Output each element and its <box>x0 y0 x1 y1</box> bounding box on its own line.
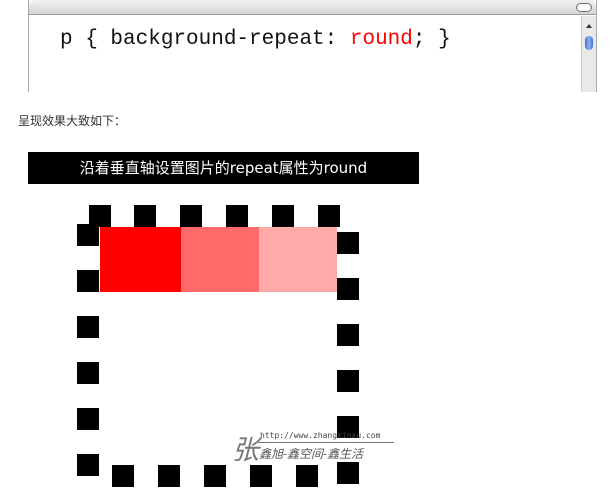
border-square <box>250 465 272 487</box>
background-tile-1 <box>100 227 181 292</box>
watermark-divider <box>258 442 394 443</box>
code-value: round <box>349 28 413 51</box>
border-square <box>337 278 359 300</box>
code-window: p { background-repeat: round; } <box>28 0 597 92</box>
border-square <box>226 205 248 227</box>
border-square <box>77 362 99 384</box>
scroll-up-arrow-icon[interactable] <box>586 24 592 28</box>
demo-header: 沿着垂直轴设置图片的repeat属性为round <box>28 152 419 184</box>
border-square <box>77 316 99 338</box>
scroll-thumb[interactable] <box>585 36 593 50</box>
border-square <box>337 370 359 392</box>
border-square <box>134 205 156 227</box>
code-snippet: p { background-repeat: round; } <box>60 28 451 51</box>
border-square <box>77 270 99 292</box>
border-square <box>272 205 294 227</box>
border-square <box>77 224 99 246</box>
watermark-url: http://www.zhangxinxu.com <box>260 431 381 440</box>
window-title-bar <box>29 0 596 15</box>
border-square <box>204 465 226 487</box>
code-prefix: p { background-repeat: <box>60 28 350 51</box>
border-square <box>337 232 359 254</box>
border-square <box>337 462 359 484</box>
border-square <box>318 205 340 227</box>
window-resize-button[interactable] <box>576 3 592 12</box>
border-square <box>296 465 318 487</box>
watermark-logo-char: 张 <box>232 435 259 466</box>
code-suffix: ; } <box>412 28 451 51</box>
background-tile-2 <box>181 227 259 292</box>
border-square <box>112 465 134 487</box>
border-square <box>180 205 202 227</box>
background-tile-3 <box>259 227 337 292</box>
result-caption: 呈现效果大致如下： <box>18 114 127 128</box>
border-square <box>337 324 359 346</box>
border-square <box>77 454 99 476</box>
border-square <box>77 408 99 430</box>
watermark-site-name: 鑫旭-鑫空间-鑫生活 <box>259 447 364 461</box>
vertical-scrollbar[interactable] <box>581 16 596 92</box>
border-square <box>158 465 180 487</box>
